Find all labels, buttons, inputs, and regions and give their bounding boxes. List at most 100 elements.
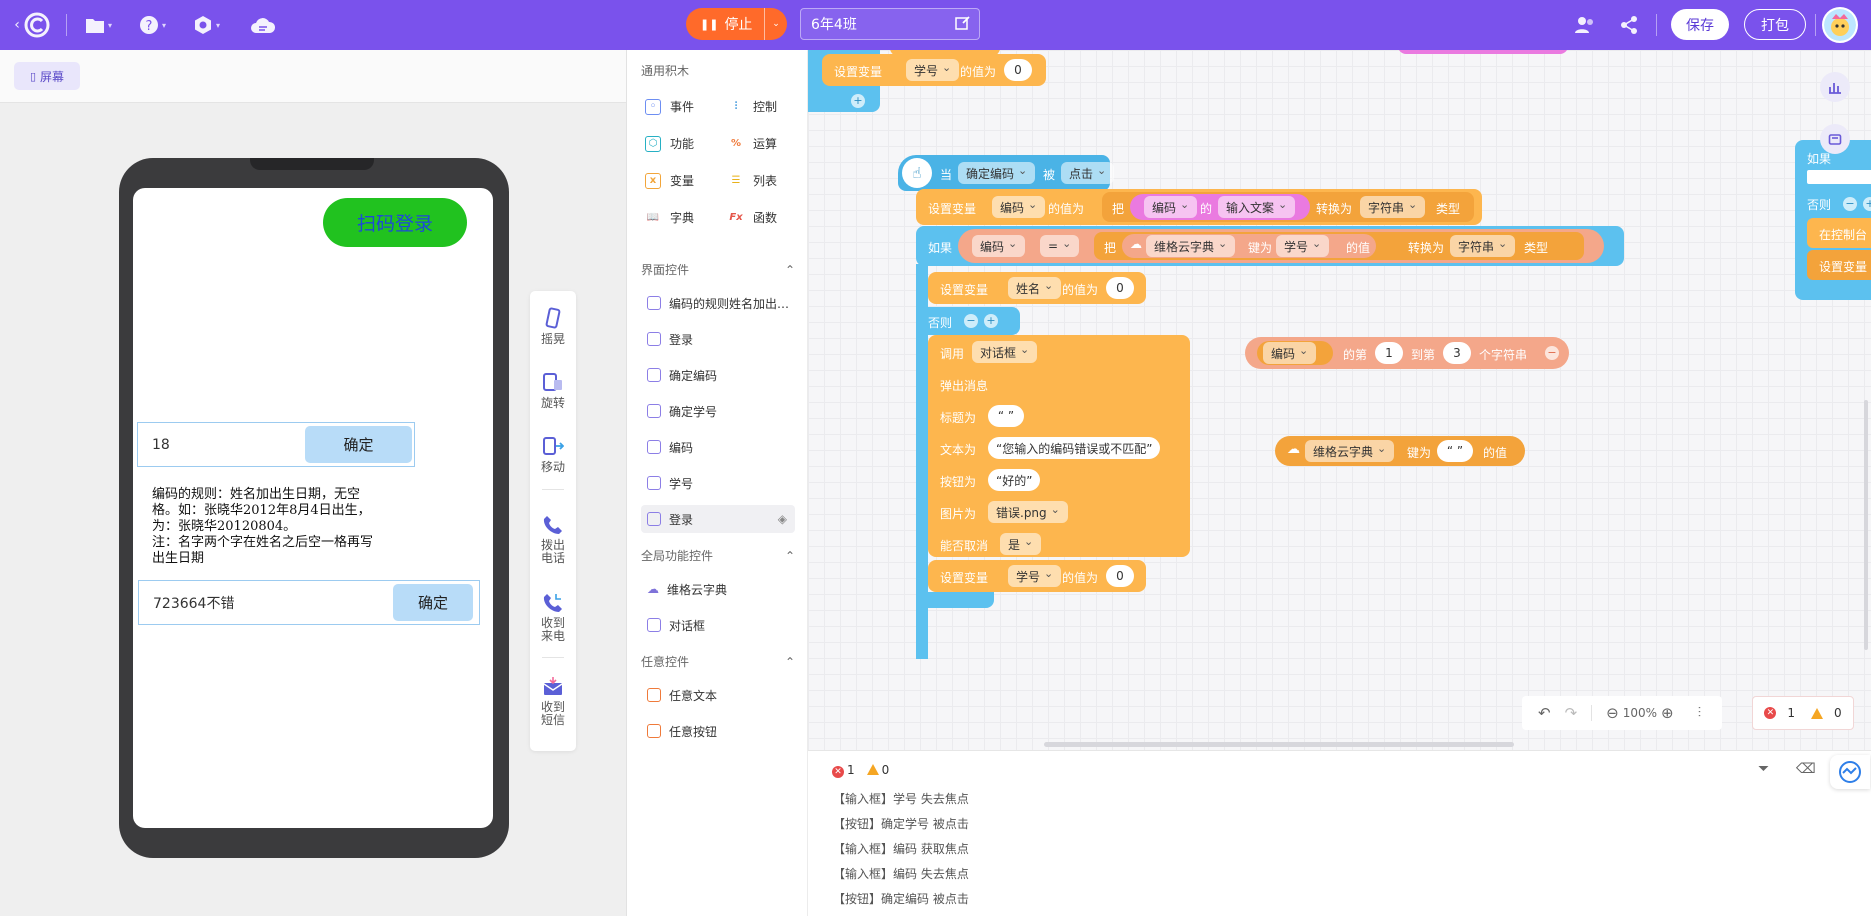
- dict-get-block[interactable]: ☁ 维格云字典 键为 “ ” 的值: [1275, 436, 1525, 466]
- receive-sms-action[interactable]: 收到 短信: [530, 675, 576, 727]
- console-error-filter[interactable]: ✕ 1: [832, 763, 855, 778]
- console-warning-filter[interactable]: 0: [866, 763, 889, 777]
- partial-block[interactable]: [1398, 50, 1568, 54]
- ui-item-confirm-id[interactable]: 确定学号: [641, 397, 795, 425]
- category-operator[interactable]: % 运算: [728, 135, 777, 152]
- variable-dropdown[interactable]: 学号: [906, 59, 960, 81]
- vertical-scrollbar[interactable]: [1864, 400, 1868, 650]
- category-function[interactable]: ⬡ 功能: [645, 135, 694, 152]
- settings-icon[interactable]: ▾: [193, 14, 220, 36]
- shake-action[interactable]: 摇晃: [530, 307, 576, 346]
- save-button[interactable]: 保存: [1671, 9, 1729, 40]
- edit-icon[interactable]: [955, 15, 971, 35]
- pack-button[interactable]: 打包: [1744, 9, 1806, 40]
- global-controls-section[interactable]: 全局功能控件 ⌃: [641, 547, 795, 564]
- remove-icon[interactable]: −: [1843, 197, 1857, 211]
- scan-login-button[interactable]: 扫码登录: [323, 198, 467, 247]
- key-input[interactable]: “ ”: [1437, 440, 1473, 462]
- compare-block[interactable]: 编码 = 把 ☁ 维格云字典 键为 学号 的值 转换为 字符串 类型: [958, 229, 1604, 263]
- from-input[interactable]: 1: [1375, 342, 1403, 364]
- horizontal-scrollbar[interactable]: [1044, 742, 1514, 747]
- add-icon[interactable]: +: [1863, 197, 1871, 211]
- action-dropdown[interactable]: 点击: [1061, 162, 1115, 184]
- type-dropdown[interactable]: 字符串: [1360, 196, 1426, 218]
- set-variable-block[interactable]: 设置变量 编码 的值为 把 编码 的 输入文案 转换为 字符串 类型: [916, 189, 1482, 225]
- error-summary[interactable]: ✕ 1 0: [1752, 696, 1854, 730]
- convert-block[interactable]: 把 ☁ 维格云字典 键为 学号 的值 转换为 字符串 类型: [1094, 232, 1584, 260]
- folder-icon[interactable]: ▾: [85, 14, 112, 36]
- ui-item-text[interactable]: 编码的规则姓名加出…: [641, 289, 795, 317]
- code-input[interactable]: 18: [152, 423, 170, 466]
- any-item-button[interactable]: 任意按钮: [641, 717, 795, 745]
- ui-item-id-input[interactable]: 学号: [641, 469, 795, 497]
- zoom-out-icon[interactable]: ⊖: [1606, 704, 1619, 722]
- ui-item-login-screen[interactable]: 登录 ◈: [641, 505, 795, 533]
- category-function-fx[interactable]: Fx 函数: [728, 209, 777, 226]
- component-dropdown[interactable]: 编码: [1144, 196, 1198, 218]
- property-block[interactable]: 编码 的 输入文案: [1130, 194, 1310, 220]
- screen-tab[interactable]: ▯ 屏幕: [14, 62, 80, 90]
- align-icon[interactable]: ⫶: [1698, 705, 1702, 721]
- confirm-code-button[interactable]: 确定: [305, 426, 412, 463]
- variable-dropdown[interactable]: 学号: [1008, 565, 1062, 587]
- dict-get-block[interactable]: ☁ 维格云字典 键为 学号 的值: [1122, 234, 1376, 258]
- left-dropdown[interactable]: 编码: [972, 235, 1026, 257]
- store-icon[interactable]: [1820, 124, 1850, 154]
- remove-icon[interactable]: −: [964, 314, 978, 328]
- variable-dropdown[interactable]: 编码: [1263, 342, 1317, 364]
- redo-icon[interactable]: ↷: [1565, 704, 1578, 722]
- filter-icon[interactable]: ⏷: [1758, 761, 1769, 777]
- partial-if-block[interactable]: 如果 否则 − + 在控制台 设置变量: [1795, 140, 1871, 300]
- value-input[interactable]: 0: [1004, 59, 1032, 81]
- dict-dropdown[interactable]: 维格云字典: [1146, 235, 1236, 257]
- else-block[interactable]: 否则 − +: [916, 307, 1020, 335]
- value-input[interactable]: 0: [1106, 277, 1134, 299]
- stats-icon[interactable]: [1820, 72, 1850, 102]
- global-item-dict[interactable]: ☁ 维格云字典: [641, 575, 795, 603]
- share-icon[interactable]: [1617, 13, 1641, 37]
- stop-button[interactable]: ❚❚ 停止 ⌄: [686, 8, 787, 40]
- button-text-input[interactable]: “好的”: [988, 469, 1041, 491]
- property-dropdown[interactable]: 输入文案: [1218, 196, 1296, 218]
- image-dropdown[interactable]: 错误.png: [988, 501, 1068, 523]
- substring-block[interactable]: 编码 的第 1 到第 3 个字符串 −: [1245, 337, 1569, 369]
- category-dict[interactable]: 📖 字典: [645, 209, 694, 226]
- component-dropdown[interactable]: 对话框: [972, 341, 1038, 363]
- target-dropdown[interactable]: 确定编码: [958, 162, 1036, 184]
- event-block[interactable]: ☝ 当 确定编码 被 点击: [898, 155, 1115, 191]
- any-item-text[interactable]: 任意文本: [641, 681, 795, 709]
- title-input[interactable]: “ ”: [988, 405, 1024, 427]
- rotate-action[interactable]: 旋转: [530, 371, 576, 410]
- add-icon[interactable]: +: [984, 314, 998, 328]
- project-name-field[interactable]: 6年4班: [800, 8, 980, 40]
- ui-controls-section[interactable]: 界面控件 ⌃: [641, 261, 795, 278]
- set-variable-block[interactable]: 设置变量 学号 的值为 0: [928, 560, 1146, 592]
- add-icon[interactable]: +: [851, 94, 865, 108]
- dial-call-action[interactable]: 拨出 电话: [530, 513, 576, 565]
- undo-icon[interactable]: ↶: [1538, 704, 1551, 722]
- block-workspace[interactable]: 设置变量 学号 的值为 0 + ☝ 当 确定编码 被 点击 设置变量 编码 的值…: [808, 50, 1871, 750]
- set-variable-block[interactable]: 设置变量: [1807, 250, 1871, 280]
- help-icon[interactable]: ? ▾: [139, 14, 166, 36]
- value-input[interactable]: 0: [1106, 565, 1134, 587]
- variable-dropdown[interactable]: 姓名: [1008, 277, 1062, 299]
- category-variable[interactable]: x 变量: [645, 172, 694, 189]
- text-input[interactable]: “您输入的编码错误或不匹配”: [988, 437, 1161, 459]
- ui-item-confirm-code[interactable]: 确定编码: [641, 361, 795, 389]
- dialog-call-block[interactable]: 调用 对话框 弹出消息 标题为 “ ” 文本为 “您输入的编码错误或不匹配” 按…: [928, 335, 1190, 557]
- confirm-student-button[interactable]: 确定: [393, 584, 473, 621]
- operator-dropdown[interactable]: =: [1040, 235, 1080, 257]
- chevron-down-icon[interactable]: ⌄: [764, 8, 787, 40]
- back-icon[interactable]: ‹: [12, 16, 22, 34]
- cloud-icon[interactable]: [250, 14, 276, 36]
- key-dropdown[interactable]: 学号: [1276, 235, 1330, 257]
- variable-reporter[interactable]: 编码: [1257, 341, 1333, 365]
- ui-item-code-input[interactable]: 编码: [641, 433, 795, 461]
- convert-block[interactable]: 把 编码 的 输入文案 转换为 字符串 类型: [1102, 192, 1474, 222]
- category-list[interactable]: ☰ 列表: [728, 172, 778, 189]
- any-controls-section[interactable]: 任意控件 ⌃: [641, 653, 795, 670]
- type-dropdown[interactable]: 字符串: [1450, 235, 1516, 257]
- global-item-dialog[interactable]: 对话框: [641, 611, 795, 639]
- cancel-dropdown[interactable]: 是: [1000, 533, 1042, 555]
- student-input[interactable]: 723664不错: [153, 581, 234, 624]
